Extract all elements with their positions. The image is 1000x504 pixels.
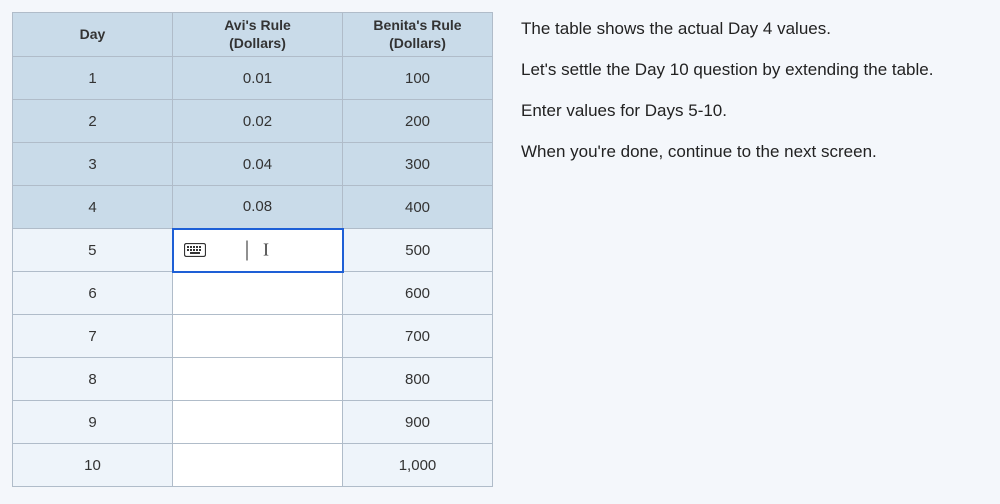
- table-row: 5 I 500: [13, 229, 493, 272]
- cell-day: 4: [13, 186, 173, 229]
- input-cursor-area[interactable]: I: [246, 240, 269, 261]
- cell-avi-rule[interactable]: [173, 358, 343, 401]
- instruction-line-3: Enter values for Days 5-10.: [521, 100, 988, 123]
- table-row: 8 800: [13, 358, 493, 401]
- data-table-container: Day Avi's Rule(Dollars) Benita's Rule(Do…: [12, 12, 493, 492]
- table-body: 10.0110020.0220030.0430040.084005I500660…: [13, 57, 493, 487]
- cell-benita-rule: 800: [343, 358, 493, 401]
- instructions-panel: The table shows the actual Day 4 values.…: [521, 12, 988, 492]
- cell-avi-rule: 0.08: [173, 186, 343, 229]
- cell-day: 7: [13, 315, 173, 358]
- table-row: 40.08400: [13, 186, 493, 229]
- header-benita-rule: Benita's Rule(Dollars): [343, 13, 493, 57]
- cell-day: 9: [13, 401, 173, 444]
- instruction-line-2: Let's settle the Day 10 question by exte…: [521, 59, 988, 82]
- cell-day: 8: [13, 358, 173, 401]
- cell-benita-rule: 1,000: [343, 444, 493, 487]
- cell-benita-rule: 500: [343, 229, 493, 272]
- cell-benita-rule: 600: [343, 272, 493, 315]
- cell-benita-rule: 900: [343, 401, 493, 444]
- instruction-line-4: When you're done, continue to the next s…: [521, 141, 988, 164]
- cell-avi-rule[interactable]: [173, 401, 343, 444]
- cell-benita-rule: 300: [343, 143, 493, 186]
- cell-day: 5: [13, 229, 173, 272]
- cell-benita-rule: 200: [343, 100, 493, 143]
- table-row: 10.01100: [13, 57, 493, 100]
- cell-avi-rule[interactable]: [173, 444, 343, 487]
- cell-avi-rule: 0.02: [173, 100, 343, 143]
- table-row: 10 1,000: [13, 444, 493, 487]
- table-row: 7 700: [13, 315, 493, 358]
- instruction-line-1: The table shows the actual Day 4 values.: [521, 18, 988, 41]
- cell-benita-rule: 100: [343, 57, 493, 100]
- rules-table: Day Avi's Rule(Dollars) Benita's Rule(Do…: [12, 12, 493, 487]
- cell-benita-rule: 700: [343, 315, 493, 358]
- header-avi-rule: Avi's Rule(Dollars): [173, 13, 343, 57]
- table-row: 6 600: [13, 272, 493, 315]
- cell-avi-rule[interactable]: I: [173, 229, 343, 272]
- cell-avi-rule: 0.04: [173, 143, 343, 186]
- cell-avi-rule[interactable]: [173, 272, 343, 315]
- cell-day: 10: [13, 444, 173, 487]
- header-day: Day: [13, 13, 173, 57]
- cell-avi-rule[interactable]: [173, 315, 343, 358]
- cell-benita-rule: 400: [343, 186, 493, 229]
- cell-day: 3: [13, 143, 173, 186]
- text-caret: [246, 240, 247, 260]
- table-row: 20.02200: [13, 100, 493, 143]
- cell-day: 6: [13, 272, 173, 315]
- table-row: 30.04300: [13, 143, 493, 186]
- cell-avi-rule: 0.01: [173, 57, 343, 100]
- cell-day: 2: [13, 100, 173, 143]
- keyboard-icon[interactable]: [184, 243, 206, 257]
- table-row: 9 900: [13, 401, 493, 444]
- text-cursor-icon: I: [263, 240, 269, 261]
- cell-day: 1: [13, 57, 173, 100]
